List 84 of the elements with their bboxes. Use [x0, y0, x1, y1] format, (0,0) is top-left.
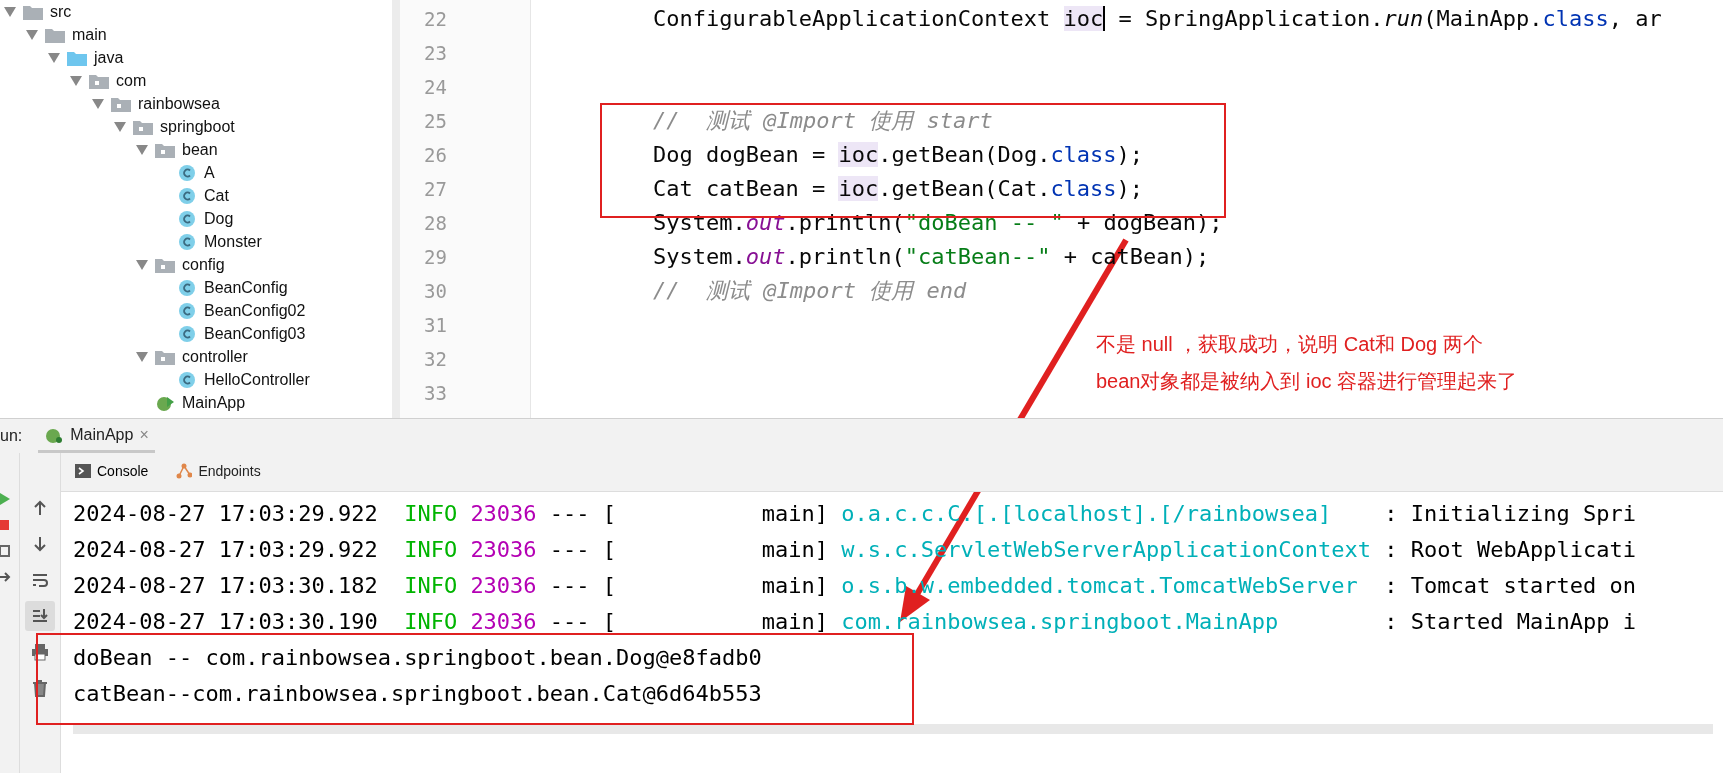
- line-number: 26: [423, 143, 448, 168]
- run-label: un:: [0, 427, 23, 445]
- line-number: 33: [423, 381, 448, 406]
- log-level: INFO: [404, 537, 458, 562]
- log-message: : Initializing Spri: [1384, 501, 1636, 526]
- down-arrow-icon: [31, 535, 49, 553]
- log-message: : Root WebApplicati: [1384, 537, 1636, 562]
- terminal-icon: [75, 463, 91, 479]
- log-timestamp: 2024-08-27 17:03:30.182: [73, 573, 378, 598]
- tree-item[interactable]: Cat: [0, 184, 392, 207]
- run-icon: [0, 493, 12, 505]
- log-message: : Tomcat started on: [1384, 573, 1636, 598]
- class-icon: [176, 278, 198, 297]
- stop-icon: [0, 519, 12, 531]
- log-thread: --- [ main]: [549, 609, 828, 634]
- log-message: : Started MainApp i: [1384, 609, 1636, 634]
- code-line: Cat catBean = ioc.getBean(Cat.class);: [653, 175, 1145, 203]
- nodes-icon: [176, 463, 193, 479]
- window-icon: [0, 545, 12, 557]
- log-pid: 23036: [470, 537, 537, 562]
- console-output: doBean -- com.rainbowsea.springboot.bean.Dog@e8fadb0: [73, 645, 762, 670]
- class-icon: [176, 186, 198, 205]
- code-line: // 测试 @Import 使用 start: [653, 107, 994, 135]
- log-timestamp: 2024-08-27 17:03:29.922: [73, 501, 378, 526]
- tree-item[interactable]: HelloController: [0, 368, 392, 391]
- tree-item[interactable]: BeanConfig02: [0, 299, 392, 322]
- line-number: 23: [423, 41, 448, 66]
- console-tab[interactable]: Console: [71, 453, 153, 491]
- log-pid: 23036: [470, 609, 537, 634]
- code-line: Dog dogBean = ioc.getBean(Dog.class);: [653, 141, 1145, 169]
- tree-item[interactable]: com: [0, 69, 392, 92]
- log-thread: --- [ main]: [549, 537, 828, 562]
- line-number: 22: [423, 7, 448, 32]
- class-icon: [176, 324, 198, 343]
- line-number: 30: [423, 279, 448, 304]
- scroll-to-end-icon: [31, 607, 49, 625]
- horizontal-scrollbar[interactable]: [73, 724, 1713, 734]
- log-timestamp: 2024-08-27 17:03:29.922: [73, 537, 378, 562]
- class-icon: [176, 209, 198, 228]
- class-icon: [176, 232, 198, 251]
- console-output: catBean--com.rainbowsea.springboot.bean.Cat@6d64b553: [73, 681, 762, 706]
- log-logger: com.rainbowsea.springboot.MainApp: [841, 608, 1280, 636]
- wrap-icon: [31, 571, 49, 589]
- tree-item[interactable]: main: [0, 23, 392, 46]
- tree-item[interactable]: Monster: [0, 230, 392, 253]
- code-line: // 测试 @Import 使用 end: [653, 277, 968, 305]
- tree-item[interactable]: BeanConfig03: [0, 322, 392, 345]
- class-icon: [176, 163, 198, 182]
- tree-item[interactable]: src: [0, 0, 392, 23]
- log-pid: 23036: [470, 501, 537, 526]
- log-timestamp: 2024-08-27 17:03:30.190: [73, 609, 378, 634]
- log-level: INFO: [404, 501, 458, 526]
- tree-item[interactable]: BeanConfig: [0, 276, 392, 299]
- tree-item[interactable]: MainApp: [0, 391, 392, 414]
- annotation-note: bean对象都是被纳入到 ioc 容器进行管理起来了: [1096, 369, 1518, 394]
- tree-item[interactable]: controller: [0, 345, 392, 368]
- tree-item[interactable]: bean: [0, 138, 392, 161]
- tree-item[interactable]: rainbowsea: [0, 92, 392, 115]
- tree-item[interactable]: A: [0, 161, 392, 184]
- log-thread: --- [ main]: [549, 501, 828, 526]
- line-number: 25: [423, 109, 448, 134]
- scroll-to-end-button[interactable]: [25, 601, 55, 631]
- line-number: 29: [423, 245, 448, 270]
- log-level: INFO: [404, 573, 458, 598]
- line-number: 31: [423, 313, 448, 338]
- line-number: 32: [423, 347, 448, 372]
- tree-item[interactable]: java: [0, 46, 392, 69]
- line-number: 28: [423, 211, 448, 236]
- line-number: 27: [423, 177, 448, 202]
- printer-icon: [31, 643, 49, 661]
- tree-item[interactable]: springboot: [0, 115, 392, 138]
- trash-icon: [31, 679, 49, 697]
- line-number: 24: [423, 75, 448, 100]
- annotation-note: 不是 null ，获取成功，说明 Cat和 Dog 两个: [1096, 332, 1484, 357]
- class-icon: [176, 301, 198, 320]
- arrow-icon: [0, 571, 12, 583]
- log-pid: 23036: [470, 573, 537, 598]
- class-icon: [176, 370, 198, 389]
- tree-item[interactable]: config: [0, 253, 392, 276]
- console-tab[interactable]: Endpoints: [172, 453, 265, 491]
- code-line: ConfigurableApplicationContext ioc = SpringApplication.run(MainApp.class, ar: [653, 5, 1662, 33]
- log-level: INFO: [404, 609, 458, 634]
- tree-item[interactable]: Dog: [0, 207, 392, 230]
- log-thread: --- [ main]: [549, 573, 828, 598]
